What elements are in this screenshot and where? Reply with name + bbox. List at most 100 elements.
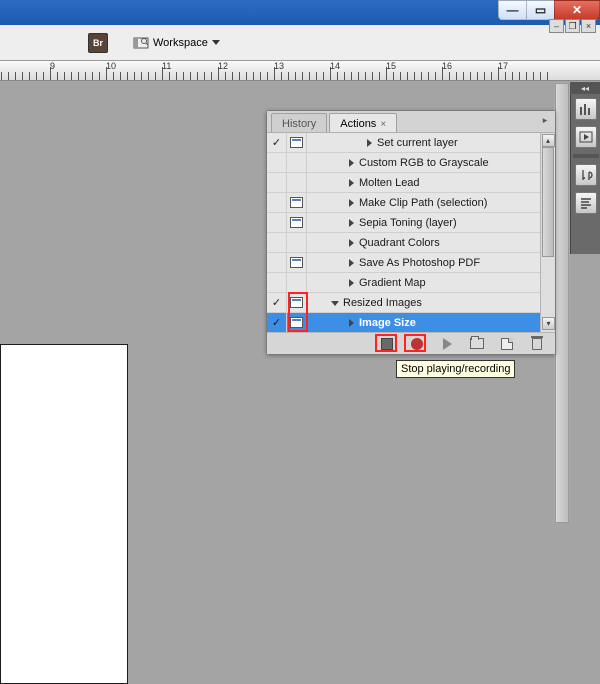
bridge-button[interactable]: Br: [88, 33, 108, 53]
chevron-right-icon[interactable]: [349, 239, 354, 247]
toggle-checkbox[interactable]: [267, 273, 287, 292]
chevron-right-icon[interactable]: [349, 179, 354, 187]
workspace-dropdown[interactable]: Workspace: [124, 31, 229, 55]
panel-menu-button[interactable]: [538, 115, 552, 125]
chevron-right-icon[interactable]: [349, 279, 354, 287]
document-scrollbar[interactable]: [554, 82, 570, 522]
actions-list: ✓ Set current layer Custom RGB to Grayscal…: [267, 133, 540, 332]
chevron-down-icon[interactable]: [331, 301, 339, 306]
panel-tab-bar: History Actions ×: [267, 111, 555, 133]
chevron-right-icon[interactable]: [367, 139, 372, 147]
dialog-toggle[interactable]: [287, 253, 307, 272]
toggle-checkbox[interactable]: ✓: [267, 313, 287, 332]
tab-history[interactable]: History: [271, 113, 327, 132]
chevron-down-icon: [212, 40, 220, 45]
dialog-toggle[interactable]: [287, 233, 307, 252]
action-row[interactable]: Molten Lead: [267, 173, 540, 193]
dock-collapse-button[interactable]: [570, 82, 600, 94]
toggle-checkbox[interactable]: ✓: [267, 293, 287, 312]
panel-footer: [267, 332, 555, 354]
toggle-checkbox[interactable]: [267, 253, 287, 272]
tab-actions-label: Actions: [340, 118, 376, 130]
options-toolbar: – ❐ × Br Workspace: [0, 25, 600, 61]
horizontal-ruler: 891011121314151617: [0, 61, 600, 81]
toggle-checkbox[interactable]: [267, 233, 287, 252]
new-set-button[interactable]: [469, 337, 485, 351]
dock-character-icon[interactable]: [575, 164, 597, 186]
action-row[interactable]: Save As Photoshop PDF: [267, 253, 540, 273]
actions-panel[interactable]: History Actions × ✓ Set current layer Custo…: [266, 110, 556, 355]
dialog-toggle[interactable]: [287, 133, 307, 152]
dock-play-icon[interactable]: [575, 126, 597, 148]
chevron-right-icon[interactable]: [349, 259, 354, 267]
dock-brushes-icon[interactable]: [575, 98, 597, 120]
scroll-up-button[interactable]: ▴: [542, 134, 555, 147]
dock-paragraph-icon[interactable]: [575, 192, 597, 214]
panel-scrollbar[interactable]: ▴ ▾: [540, 133, 555, 332]
window-maximize-button[interactable]: ▭: [526, 0, 554, 20]
dialog-toggle[interactable]: [287, 153, 307, 172]
toggle-checkbox[interactable]: [267, 153, 287, 172]
action-row[interactable]: Custom RGB to Grayscale: [267, 153, 540, 173]
action-row[interactable]: Quadrant Colors: [267, 233, 540, 253]
dialog-toggle[interactable]: [287, 213, 307, 232]
app-close-button[interactable]: ×: [581, 19, 596, 33]
document-canvas[interactable]: [0, 344, 128, 684]
toggle-checkbox[interactable]: [267, 173, 287, 192]
toggle-checkbox[interactable]: [267, 213, 287, 232]
dialog-toggle[interactable]: [287, 293, 307, 312]
ruler-label: 17: [498, 61, 508, 71]
record-button[interactable]: [409, 337, 425, 351]
ruler-label: 10: [106, 61, 116, 71]
app-restore-button[interactable]: ❐: [565, 19, 580, 33]
dialog-icon: [290, 297, 303, 308]
window-minimize-button[interactable]: —: [498, 0, 526, 20]
ruler-label: 14: [330, 61, 340, 71]
workspace-label: Workspace: [153, 37, 208, 49]
ruler-label: 11: [162, 61, 171, 71]
tooltip: Stop playing/recording: [396, 360, 515, 378]
delete-button[interactable]: [529, 337, 545, 351]
dialog-toggle[interactable]: [287, 273, 307, 292]
action-label: Molten Lead: [359, 177, 420, 189]
dialog-toggle[interactable]: [287, 313, 307, 332]
tab-history-label: History: [282, 118, 316, 130]
ruler-label: 16: [442, 61, 452, 71]
close-icon[interactable]: ×: [380, 119, 386, 130]
action-row[interactable]: Gradient Map: [267, 273, 540, 293]
window-close-button[interactable]: ✕: [554, 0, 600, 20]
chevron-right-icon[interactable]: [349, 219, 354, 227]
toggle-checkbox[interactable]: [267, 193, 287, 212]
chevron-right-icon[interactable]: [349, 159, 354, 167]
stop-button[interactable]: [379, 337, 395, 351]
workspace-icon: [133, 35, 149, 51]
action-row[interactable]: Make Clip Path (selection): [267, 193, 540, 213]
action-label: Make Clip Path (selection): [359, 197, 487, 209]
action-row[interactable]: ✓ Image Size: [267, 313, 540, 332]
action-label: Set current layer: [377, 137, 458, 149]
dialog-toggle[interactable]: [287, 193, 307, 212]
ruler-label: 9: [50, 61, 55, 71]
chevron-right-icon[interactable]: [349, 199, 354, 207]
action-label: Image Size: [359, 317, 416, 329]
toggle-checkbox[interactable]: ✓: [267, 133, 287, 152]
scroll-thumb[interactable]: [542, 147, 554, 257]
dialog-icon: [290, 317, 303, 328]
ruler-label: 12: [218, 61, 228, 71]
app-minimize-button[interactable]: –: [549, 19, 564, 33]
action-label: Save As Photoshop PDF: [359, 257, 480, 269]
new-action-button[interactable]: [499, 337, 515, 351]
window-titlebar: — ▭ ✕: [0, 0, 600, 25]
action-row[interactable]: Sepia Toning (layer): [267, 213, 540, 233]
dialog-icon: [290, 137, 303, 148]
action-row[interactable]: ✓ Set current layer: [267, 133, 540, 153]
dialog-icon: [290, 257, 303, 268]
tab-actions[interactable]: Actions ×: [329, 113, 397, 132]
action-row[interactable]: ✓Resized Images: [267, 293, 540, 313]
scroll-down-button[interactable]: ▾: [542, 317, 555, 330]
action-label: Quadrant Colors: [359, 237, 440, 249]
play-button[interactable]: [439, 337, 455, 351]
dialog-toggle[interactable]: [287, 173, 307, 192]
action-label: Custom RGB to Grayscale: [359, 157, 489, 169]
chevron-right-icon[interactable]: [349, 319, 354, 327]
